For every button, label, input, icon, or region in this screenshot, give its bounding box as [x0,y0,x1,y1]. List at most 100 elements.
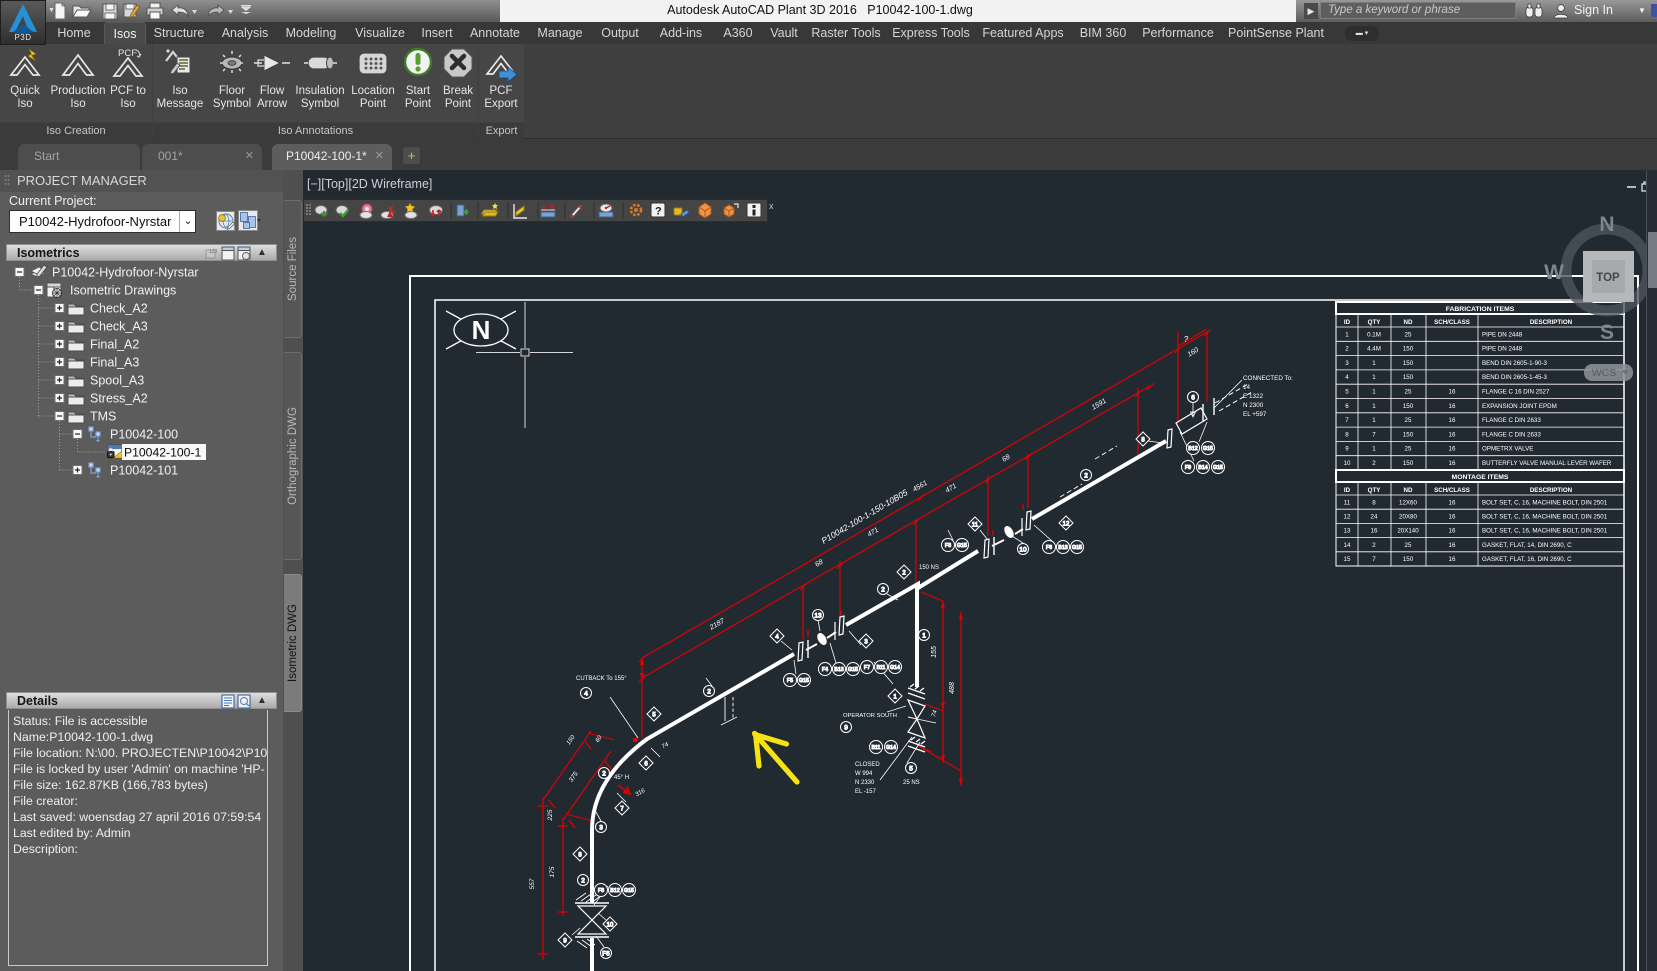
svg-text:Spool_A3: Spool_A3 [90,374,144,388]
svg-text:1: 1 [1372,417,1376,424]
svg-text:25 NS: 25 NS [903,780,920,786]
svg-text:P10042-100-1-150-10B05: P10042-100-1-150-10B05 [820,487,910,546]
svg-text:Final_A3: Final_A3 [90,356,139,370]
svg-text:1: 1 [1372,389,1376,396]
svg-text:2: 2 [581,877,585,884]
svg-text:QTY: QTY [1368,487,1382,494]
svg-text:150 NS: 150 NS [919,565,939,571]
svg-text:PIPE DN 2448: PIPE DN 2448 [1482,331,1523,338]
svg-text:E 1322: E 1322 [1243,393,1263,400]
svg-text:1: 1 [922,632,926,639]
svg-text:B12: B12 [610,888,619,894]
svg-text:2: 2 [1345,346,1349,353]
svg-text:25: 25 [1405,417,1412,424]
svg-text:EL -157: EL -157 [855,789,876,795]
svg-text:B11: B11 [871,745,880,751]
svg-text:ND: ND [1404,487,1413,494]
svg-text:20X80: 20X80 [1399,514,1417,521]
svg-text:BEND DIN 2605-1-45-3: BEND DIN 2605-1-45-3 [1482,374,1548,381]
svg-text:ND: ND [1404,319,1413,326]
svg-text:12: 12 [1063,521,1070,527]
svg-text:16: 16 [1449,389,1456,396]
svg-text:TOP: TOP [1596,272,1620,284]
svg-text:74: 74 [931,709,939,718]
svg-text:BOLT SET, C, 16, MACHINE BOLT,: BOLT SET, C, 16, MACHINE BOLT, DIN 2501 [1482,528,1608,535]
svg-text:W 994: W 994 [855,771,873,777]
svg-text:45° H: 45° H [614,775,629,781]
svg-text:N 2300: N 2300 [1243,402,1264,409]
svg-text:150: 150 [1403,374,1414,381]
svg-text:2: 2 [881,586,885,593]
svg-text:SCH/CLASS: SCH/CLASS [1434,487,1470,494]
svg-text:3: 3 [599,824,603,831]
svg-text:16: 16 [1449,528,1456,535]
svg-text:F8: F8 [598,888,604,894]
svg-text:2: 2 [1372,460,1376,467]
svg-text:B14: B14 [1198,465,1207,471]
svg-text:10: 10 [607,922,614,928]
svg-text:F6: F6 [1046,545,1052,551]
svg-text:Stress_A2: Stress_A2 [90,392,148,406]
svg-text:Check_A3: Check_A3 [90,320,148,334]
svg-text:ID: ID [1344,487,1351,494]
svg-text:P10042-100: P10042-100 [110,428,178,442]
svg-text:25: 25 [1405,331,1412,338]
svg-text:16: 16 [1449,460,1456,467]
svg-text:F7: F7 [864,665,870,671]
svg-text:6: 6 [1191,394,1195,401]
svg-text:BOLT SET, C, 16, MACHINE BOLT,: BOLT SET, C, 16, MACHINE BOLT, DIN 2501 [1482,499,1608,506]
svg-text:5: 5 [909,765,913,772]
svg-text:BOLT SET, C, 16, MACHINE BOLT,: BOLT SET, C, 16, MACHINE BOLT, DIN 2501 [1482,514,1608,521]
svg-text:G15: G15 [624,888,634,894]
svg-text:7: 7 [1372,431,1376,438]
svg-text:N 2330: N 2330 [855,780,875,786]
svg-text:16: 16 [1449,542,1456,549]
svg-text:Final_A2: Final_A2 [90,338,139,352]
svg-text:4: 4 [1345,374,1349,381]
svg-text:150: 150 [1403,556,1414,563]
svg-text:24: 24 [1371,514,1378,521]
svg-text:5: 5 [1345,389,1349,396]
svg-text:B12: B12 [1188,446,1197,452]
svg-text:2: 2 [707,688,711,695]
svg-text:P10042-100-1: P10042-100-1 [124,446,201,460]
svg-text:1: 1 [1345,331,1349,338]
svg-text:60: 60 [595,734,604,743]
svg-text:SCH/CLASS: SCH/CLASS [1434,319,1470,326]
svg-text:9: 9 [1345,446,1349,453]
svg-text:16: 16 [1371,528,1378,535]
svg-text:OPERATOR SOUTH: OPERATOR SOUTH [843,713,897,719]
svg-text:488: 488 [949,682,956,694]
svg-text:FLANGE C DIN 2633: FLANGE C DIN 2633 [1482,431,1541,438]
svg-text:2187: 2187 [708,617,727,632]
svg-text:16: 16 [1449,446,1456,453]
svg-text:N: N [1599,213,1614,236]
svg-text:8: 8 [1345,431,1349,438]
svg-text:G15: G15 [957,543,967,549]
svg-text:G15: G15 [1203,446,1213,452]
svg-text:20X140: 20X140 [1397,528,1419,535]
svg-text:Check_A2: Check_A2 [90,302,148,316]
svg-text:12: 12 [1344,514,1351,521]
svg-text:F4: F4 [822,667,828,673]
svg-text:25: 25 [1405,389,1412,396]
svg-text:6: 6 [1345,403,1349,410]
svg-text:2: 2 [1372,542,1376,549]
svg-text:G14: G14 [890,665,900,671]
svg-text:375: 375 [568,770,580,783]
svg-text:BEND DIN 2605-1-90-3: BEND DIN 2605-1-90-3 [1482,360,1548,367]
svg-text:471: 471 [866,527,880,539]
svg-text:2: 2 [602,770,606,777]
svg-text:B11: B11 [876,665,885,671]
svg-text:B13: B13 [834,667,843,673]
svg-text:BUTTERFLY VALVE MANUAL LEVER W: BUTTERFLY VALVE MANUAL LEVER WAFER [1482,460,1612,467]
svg-text:Isometric Drawings: Isometric Drawings [70,284,176,298]
svg-text:160: 160 [1186,347,1200,359]
svg-text:CLOSED: CLOSED [855,762,880,768]
svg-text:B13: B13 [1058,545,1067,551]
svg-text:?: ? [1184,335,1189,344]
svg-text:14: 14 [1344,542,1351,549]
svg-text:16: 16 [1449,417,1456,424]
svg-text:471: 471 [944,483,958,495]
svg-text:14: 14 [1243,384,1251,391]
